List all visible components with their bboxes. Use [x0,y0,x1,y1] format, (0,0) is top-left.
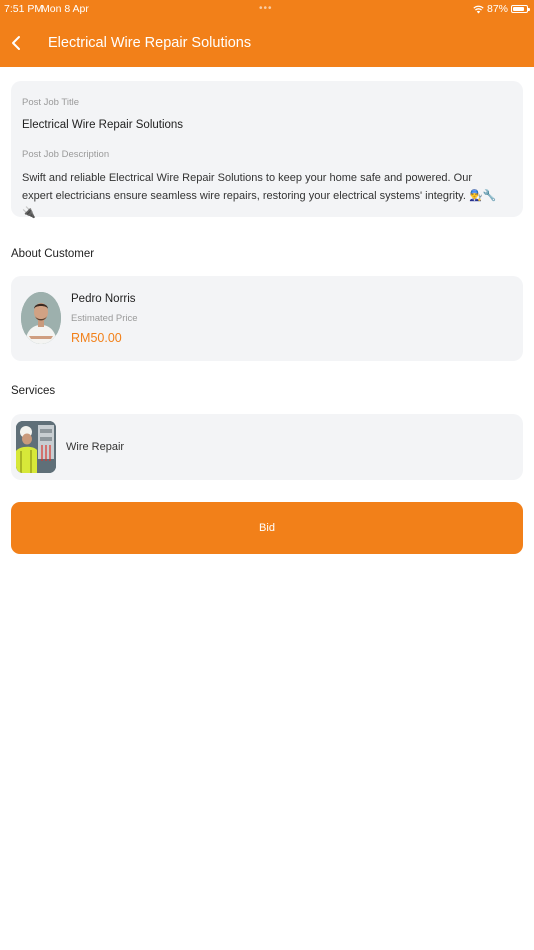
bid-button[interactable]: Bid [11,502,523,554]
estimated-price: RM50.00 [71,331,122,345]
about-customer-heading: About Customer [11,248,95,260]
service-name: Wire Repair [66,441,125,453]
estimated-price-label: Estimated Price [71,313,138,324]
customer-avatar [21,292,61,344]
page-title: Electrical Wire Repair Solutions [48,35,252,51]
status-bar: 7:51 PM Mon 8 Apr ••• 87% [0,0,534,18]
app-header: 7:51 PM Mon 8 Apr ••• 87% Electrical Wir… [0,0,534,67]
electrician-photo-icon [16,421,56,473]
battery-icon [511,5,530,13]
customer-card[interactable]: Pedro Norris Estimated Price RM50.00 [11,276,523,361]
service-item[interactable]: Wire Repair [11,414,523,480]
status-date: Mon 8 Apr [41,3,89,15]
status-indicators: 87% [473,3,530,15]
service-thumbnail [16,421,56,473]
person-photo-icon [21,292,61,344]
status-time: 7:51 PM [4,3,44,15]
nav-bar: Electrical Wire Repair Solutions [0,25,534,61]
job-title: Electrical Wire Repair Solutions [22,119,184,131]
job-details-card: Post Job Title Electrical Wire Repair So… [11,81,523,219]
job-description: Swift and reliable Electrical Wire Repai… [22,172,497,219]
battery-percentage: 87% [486,3,508,15]
customer-name: Pedro Norris [71,293,136,305]
chevron-left-icon[interactable] [8,31,28,55]
battery-level-fill [513,7,525,11]
job-description-label: Post Job Description [22,149,110,160]
wifi-icon [473,5,484,13]
services-heading: Services [11,385,56,397]
multitasking-dots[interactable]: ••• [259,3,273,14]
job-title-label: Post Job Title [22,97,80,108]
